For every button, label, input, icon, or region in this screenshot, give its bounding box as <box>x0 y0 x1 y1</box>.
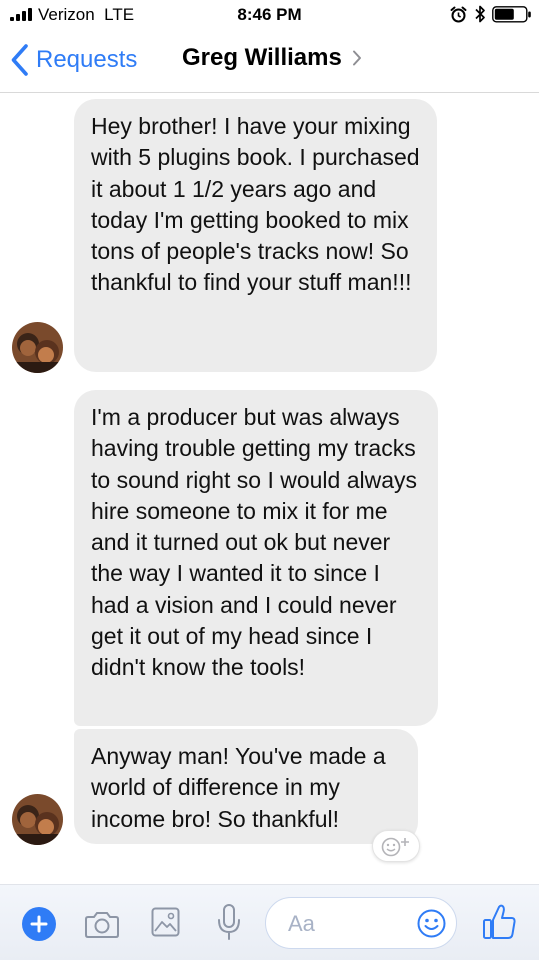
message-input[interactable]: Aa <box>265 897 457 949</box>
microphone-icon[interactable] <box>216 903 242 941</box>
message-bubble[interactable]: Hey brother! I have your mixing with 5 p… <box>74 99 437 372</box>
conversation-title-button[interactable]: Greg Williams <box>182 44 362 72</box>
add-reaction-icon <box>381 837 409 857</box>
plus-icon <box>30 915 48 933</box>
composer-bar: Aa <box>0 884 539 960</box>
message-bubble[interactable]: I'm a producer but was always having tro… <box>74 390 438 726</box>
thumbs-up-icon[interactable] <box>482 903 517 941</box>
message-input-placeholder: Aa <box>288 911 315 936</box>
more-actions-button[interactable] <box>22 907 56 941</box>
chevron-right-icon <box>352 50 361 66</box>
back-button[interactable]: Requests <box>10 42 137 78</box>
back-label: Requests <box>36 46 138 73</box>
message-bubble[interactable]: Anyway man! You've made a world of diffe… <box>74 729 418 844</box>
bluetooth-icon <box>475 5 485 23</box>
avatar[interactable] <box>12 794 63 845</box>
chevron-left-icon <box>11 44 28 76</box>
nav-bar: Requests Greg Williams <box>0 30 539 93</box>
contact-name: Greg Williams <box>182 44 342 71</box>
emoji-icon[interactable] <box>416 908 447 939</box>
alarm-icon <box>450 6 467 23</box>
add-reaction-button[interactable] <box>372 830 420 862</box>
avatar[interactable] <box>12 322 63 373</box>
battery-icon <box>492 6 531 23</box>
image-icon[interactable] <box>151 907 180 937</box>
status-bar: Verizon LTE 8:46 PM <box>0 0 539 30</box>
camera-icon[interactable] <box>84 909 120 939</box>
